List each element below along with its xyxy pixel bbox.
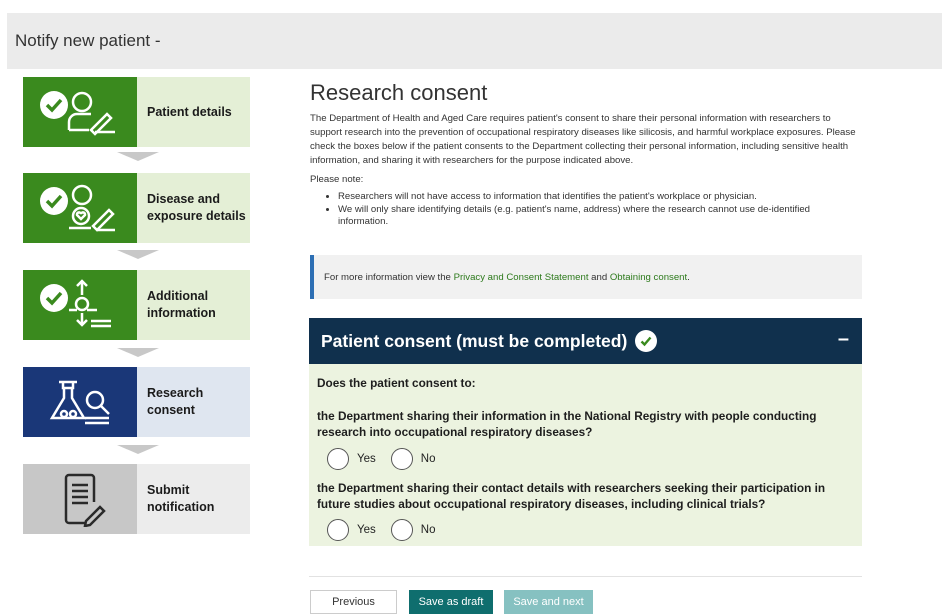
- patient-consent-body: Does the patient consent to: the Departm…: [309, 364, 862, 546]
- info-text: and: [588, 272, 610, 283]
- contact-no-radio[interactable]: [390, 519, 413, 541]
- consent-question-registry: the Department sharing their information…: [317, 409, 817, 439]
- obtaining-consent-link[interactable]: Obtaining consent: [610, 272, 687, 283]
- step-label: Disease and exposure details: [137, 173, 250, 243]
- step-label: Additional information: [137, 270, 250, 340]
- page-title: Notify new patient -: [15, 31, 161, 50]
- step-submit-notification[interactable]: Submit notification: [23, 464, 250, 534]
- patient-consent-header[interactable]: Patient consent (must be completed) –: [309, 318, 862, 364]
- step-arrow: [117, 445, 159, 454]
- contact-radio-group: Yes No: [327, 519, 450, 541]
- collapse-button[interactable]: –: [838, 328, 849, 351]
- note-heading: Please note:: [310, 174, 364, 185]
- document-pen-icon: [23, 464, 137, 534]
- step-label: Patient details: [137, 77, 250, 147]
- panel-title: Patient consent (must be completed): [321, 330, 628, 351]
- radio-label: No: [420, 524, 436, 536]
- consent-prompt: Does the patient consent to:: [317, 376, 476, 390]
- info-text: For more information view the: [324, 272, 454, 283]
- registry-radio-group: Yes No: [327, 448, 450, 470]
- consent-question-contact: the Department sharing their contact det…: [317, 481, 826, 511]
- check-circle-icon: [635, 330, 658, 352]
- page-header: Notify new patient -: [7, 13, 942, 69]
- step-arrow: [117, 152, 159, 161]
- list-item: We will only share identifying details (…: [338, 204, 862, 228]
- save-next-button[interactable]: Save and next: [504, 590, 593, 614]
- step-patient-details[interactable]: Patient details: [23, 77, 250, 147]
- radio-label: Yes: [357, 453, 376, 465]
- section-heading: Research consent: [310, 80, 488, 105]
- person-heart-icon: [23, 173, 137, 243]
- step-label: Submit notification: [137, 464, 250, 534]
- save-draft-button[interactable]: Save as draft: [409, 590, 493, 614]
- info-callout: For more information view the Privacy an…: [310, 255, 862, 299]
- step-arrow: [117, 250, 159, 259]
- privacy-consent-link[interactable]: Privacy and Consent Statement: [454, 272, 589, 283]
- upload-download-icon: [23, 270, 137, 340]
- info-text: .: [687, 272, 690, 283]
- previous-button[interactable]: Previous: [310, 590, 397, 614]
- radio-label: No: [420, 453, 436, 465]
- step-label: Research consent: [137, 367, 250, 437]
- registry-no-radio[interactable]: [390, 448, 413, 470]
- radio-label: Yes: [357, 524, 376, 536]
- flask-search-icon: [23, 367, 137, 437]
- intro-text: The Department of Health and Aged Care r…: [310, 113, 856, 166]
- step-research-consent[interactable]: Research consent: [23, 367, 250, 437]
- research-consent-section: Research consent The Department of Healt…: [310, 80, 862, 229]
- step-additional-information[interactable]: Additional information: [23, 270, 250, 340]
- note-list: Researchers will not have access to info…: [338, 191, 862, 228]
- registry-yes-radio[interactable]: [327, 448, 349, 470]
- step-disease-exposure[interactable]: Disease and exposure details: [23, 173, 250, 243]
- divider: [309, 576, 862, 577]
- list-item: Researchers will not have access to info…: [338, 191, 862, 203]
- step-arrow: [117, 348, 159, 357]
- contact-yes-radio[interactable]: [327, 519, 349, 541]
- person-icon: [23, 77, 137, 147]
